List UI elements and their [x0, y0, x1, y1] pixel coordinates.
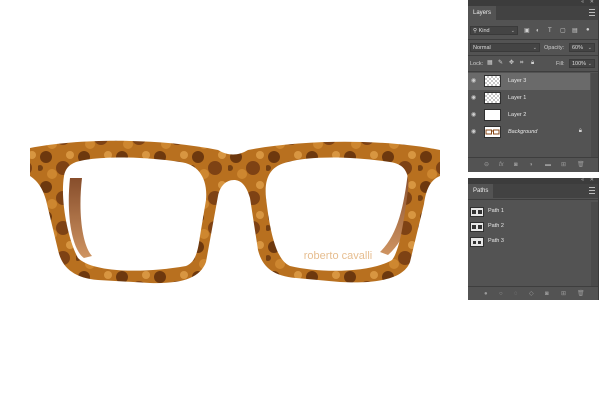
glasses-artwork: roberto cavalli — [30, 140, 440, 284]
divider — [468, 286, 598, 287]
close-panel-icon[interactable]: ✕ — [590, 0, 594, 5]
chevron-down-icon: ⌄ — [587, 45, 592, 51]
filter-kind-label: Kind — [478, 28, 490, 34]
layer-row-background[interactable]: ◉ Background 🔒︎ — [468, 124, 590, 141]
layers-scrollbar[interactable] — [591, 73, 598, 157]
eye-icon[interactable]: ◉ — [471, 95, 476, 102]
layer-thumbnail — [484, 92, 501, 104]
chevron-down-icon: ⌄ — [587, 61, 592, 67]
layers-tab-row: Layers — [468, 6, 598, 20]
filter-row: ⚲ Kind ⌄ ▣ ◐ T ▢ ▤ ● — [468, 24, 598, 38]
adjustment-icon[interactable]: ◑ — [529, 161, 533, 169]
brand-logo-text: roberto cavalli — [304, 250, 372, 262]
close-panel-icon[interactable]: ✕ — [590, 177, 594, 183]
trash-icon[interactable]: 🗑︎ — [577, 290, 585, 298]
paths-panel: « ✕ Paths Path 1 Path 2 Path 3 ● ○ ◌ ◇ ◙… — [468, 177, 599, 300]
type-filter-icon[interactable]: T — [548, 27, 552, 35]
path-name: Path 2 — [488, 223, 504, 229]
fill-field[interactable]: 100% ⌄ — [569, 59, 595, 68]
lock-icon[interactable]: 🔒︎ — [579, 128, 582, 135]
path-thumbnail — [470, 207, 484, 217]
opacity-label: Opacity: — [544, 45, 565, 51]
new-path-icon[interactable]: ⊞ — [561, 290, 566, 298]
divider — [468, 55, 598, 56]
path-row-path-3[interactable]: Path 3 — [468, 235, 598, 249]
link-icon[interactable]: ⊖ — [484, 161, 489, 169]
panel-menu-icon[interactable] — [589, 187, 595, 195]
paths-scrollbar[interactable] — [591, 202, 598, 286]
paths-tab-row: Paths — [468, 184, 598, 198]
layer-name: Background — [508, 129, 538, 135]
divider — [468, 71, 598, 72]
path-name: Path 3 — [488, 238, 504, 244]
blend-row: Normal ⌄ Opacity: 60% ⌄ — [468, 41, 598, 54]
lock-transparent-icon[interactable]: ▦ — [487, 59, 493, 67]
panel-menu-icon[interactable] — [589, 9, 595, 17]
path-thumbnail — [470, 222, 484, 232]
eye-icon[interactable]: ◉ — [471, 129, 476, 136]
fill-value: 100% — [572, 61, 587, 67]
glasses-path-icon — [472, 225, 482, 229]
blend-mode-label: Normal — [473, 45, 491, 51]
mask-icon[interactable]: ◙ — [514, 161, 518, 169]
lock-label: Lock: — [470, 61, 484, 67]
divider — [468, 157, 598, 158]
eye-icon[interactable]: ◉ — [471, 78, 476, 85]
layer-thumbnail — [484, 126, 501, 138]
divider — [468, 199, 598, 200]
load-selection-icon[interactable]: ◌ — [514, 290, 518, 298]
lock-position-icon[interactable]: ✥ — [509, 59, 514, 67]
stroke-path-icon[interactable]: ○ — [499, 290, 503, 298]
make-path-icon[interactable]: ◇ — [529, 290, 534, 298]
pixel-filter-icon[interactable]: ▣ — [524, 27, 530, 35]
group-icon[interactable]: ▬ — [545, 161, 551, 169]
layer-row-layer-1[interactable]: ◉ Layer 1 — [468, 90, 590, 107]
fill-label: Fill: — [556, 61, 565, 67]
eye-icon[interactable]: ◉ — [471, 112, 476, 119]
layer-name: Layer 3 — [508, 78, 527, 84]
chevron-down-icon: ⌄ — [510, 28, 515, 34]
smart-object-filter-icon[interactable]: ▤ — [572, 27, 578, 35]
adjustment-filter-icon[interactable]: ◐ — [536, 27, 540, 35]
fill-path-icon[interactable]: ● — [484, 290, 488, 298]
filter-kind-select[interactable]: ⚲ Kind ⌄ — [470, 26, 518, 35]
filter-toggle-icon[interactable]: ● — [586, 26, 590, 34]
divider — [468, 39, 598, 40]
layer-row-layer-3[interactable]: ◉ Layer 3 — [468, 73, 590, 90]
layer-name: Layer 2 — [508, 112, 527, 118]
layers-panel: « ✕ Layers ⚲ Kind ⌄ ▣ ◐ T ▢ ▤ ● Normal ⌄ O… — [468, 0, 599, 172]
path-thumbnail — [470, 237, 484, 247]
shape-filter-icon[interactable]: ▢ — [560, 27, 566, 35]
add-mask-icon[interactable]: ◙ — [545, 290, 549, 298]
tab-layers[interactable]: Layers — [468, 6, 497, 20]
layer-thumbnail — [484, 109, 501, 121]
lock-row: Lock: ▦ ✎ ✥ ⌗ 🔒︎ Fill: 100% ⌄ — [468, 57, 598, 70]
opacity-value: 60% — [572, 45, 584, 51]
collapse-icon[interactable]: « — [581, 0, 584, 5]
glasses-path-icon — [472, 210, 482, 214]
path-name: Path 1 — [488, 208, 504, 214]
path-row-path-2[interactable]: Path 2 — [468, 220, 598, 234]
tab-paths[interactable]: Paths — [468, 184, 494, 198]
lock-image-icon[interactable]: ✎ — [498, 59, 503, 67]
layer-name: Layer 1 — [508, 95, 527, 101]
glasses-path-icon — [473, 241, 481, 244]
chevron-down-icon: ⌄ — [532, 45, 537, 51]
collapse-icon[interactable]: « — [581, 177, 584, 183]
layer-row-layer-2[interactable]: ◉ Layer 2 — [468, 107, 590, 124]
lock-artboard-icon[interactable]: ⌗ — [520, 59, 523, 67]
glasses-thumb-icon — [485, 129, 500, 135]
new-layer-icon[interactable]: ⊞ — [561, 161, 566, 169]
fx-icon[interactable]: fx — [499, 161, 504, 169]
layers-bottom-bar: ⊖ fx ◙ ◑ ▬ ⊞ 🗑︎ — [468, 159, 598, 171]
opacity-field[interactable]: 60% ⌄ — [569, 43, 595, 52]
trash-icon[interactable]: 🗑︎ — [577, 161, 585, 169]
path-row-path-1[interactable]: Path 1 — [468, 205, 598, 219]
paths-bottom-bar: ● ○ ◌ ◇ ◙ ⊞ 🗑︎ — [468, 288, 598, 300]
document-canvas[interactable]: roberto cavalli — [0, 0, 468, 400]
blend-mode-select[interactable]: Normal ⌄ — [470, 43, 540, 52]
layer-thumbnail — [484, 75, 501, 87]
lock-all-icon[interactable]: 🔒︎ — [531, 59, 534, 67]
